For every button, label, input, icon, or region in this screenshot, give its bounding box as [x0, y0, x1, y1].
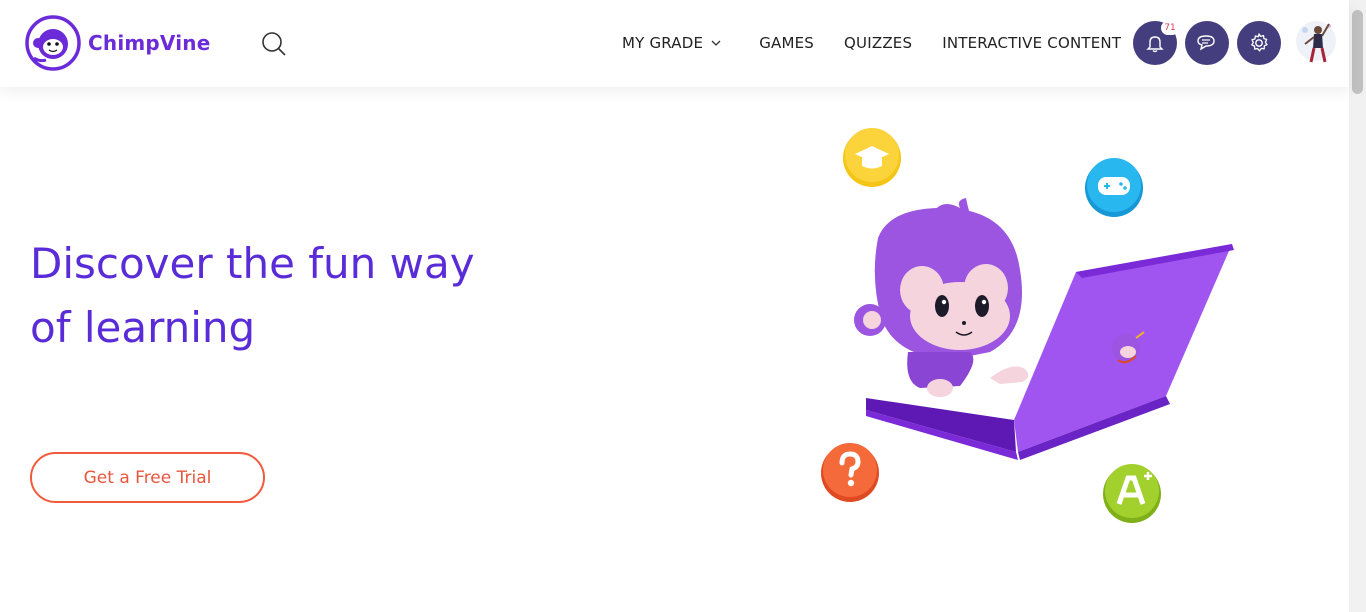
gear-icon: [1251, 33, 1268, 52]
hero-title: Discover the fun way of learning: [30, 232, 550, 360]
hero-illustration: [821, 128, 1234, 523]
graduation-cap-icon: [843, 128, 901, 187]
user-avatar[interactable]: [1293, 16, 1339, 66]
messages-button[interactable]: [1185, 21, 1229, 65]
monkey-logo-icon: [25, 15, 81, 71]
a-plus-icon: [1103, 464, 1161, 523]
monkey-character: [854, 198, 1029, 397]
nav-interactive-content[interactable]: INTERACTIVE CONTENT: [942, 34, 1121, 52]
page-scrollbar[interactable]: [1349, 0, 1366, 612]
brand-name: ChimpVine: [88, 31, 211, 55]
hero-title-line-1: Discover the fun way: [30, 239, 475, 288]
scrollbar-thumb[interactable]: [1352, 10, 1363, 94]
notifications-button[interactable]: 71: [1133, 21, 1179, 65]
question-mark-icon: [821, 443, 879, 502]
free-trial-button[interactable]: Get a Free Trial: [30, 452, 265, 503]
settings-button[interactable]: [1237, 21, 1281, 65]
main-nav: MY GRADE GAMES QUIZZES INTERACTIVE CONTE…: [622, 34, 1121, 52]
gamepad-icon: [1085, 158, 1143, 217]
chevron-down-icon: [711, 40, 721, 46]
chat-icon: [1197, 35, 1215, 51]
hero-title-line-2: of learning: [30, 303, 256, 352]
search-icon[interactable]: [258, 29, 290, 61]
nav-my-grade-label: MY GRADE: [622, 34, 704, 52]
notification-count-badge: 71: [1161, 21, 1179, 35]
chimpvine-logo[interactable]: ChimpVine: [24, 14, 211, 72]
site-header: ChimpVine MY GRADE GAMES QUIZZES INTERAC…: [0, 0, 1349, 87]
nav-quizzes[interactable]: QUIZZES: [844, 34, 912, 52]
bell-icon: [1146, 36, 1164, 53]
nav-games[interactable]: GAMES: [759, 34, 814, 52]
nav-my-grade[interactable]: MY GRADE: [622, 34, 721, 52]
